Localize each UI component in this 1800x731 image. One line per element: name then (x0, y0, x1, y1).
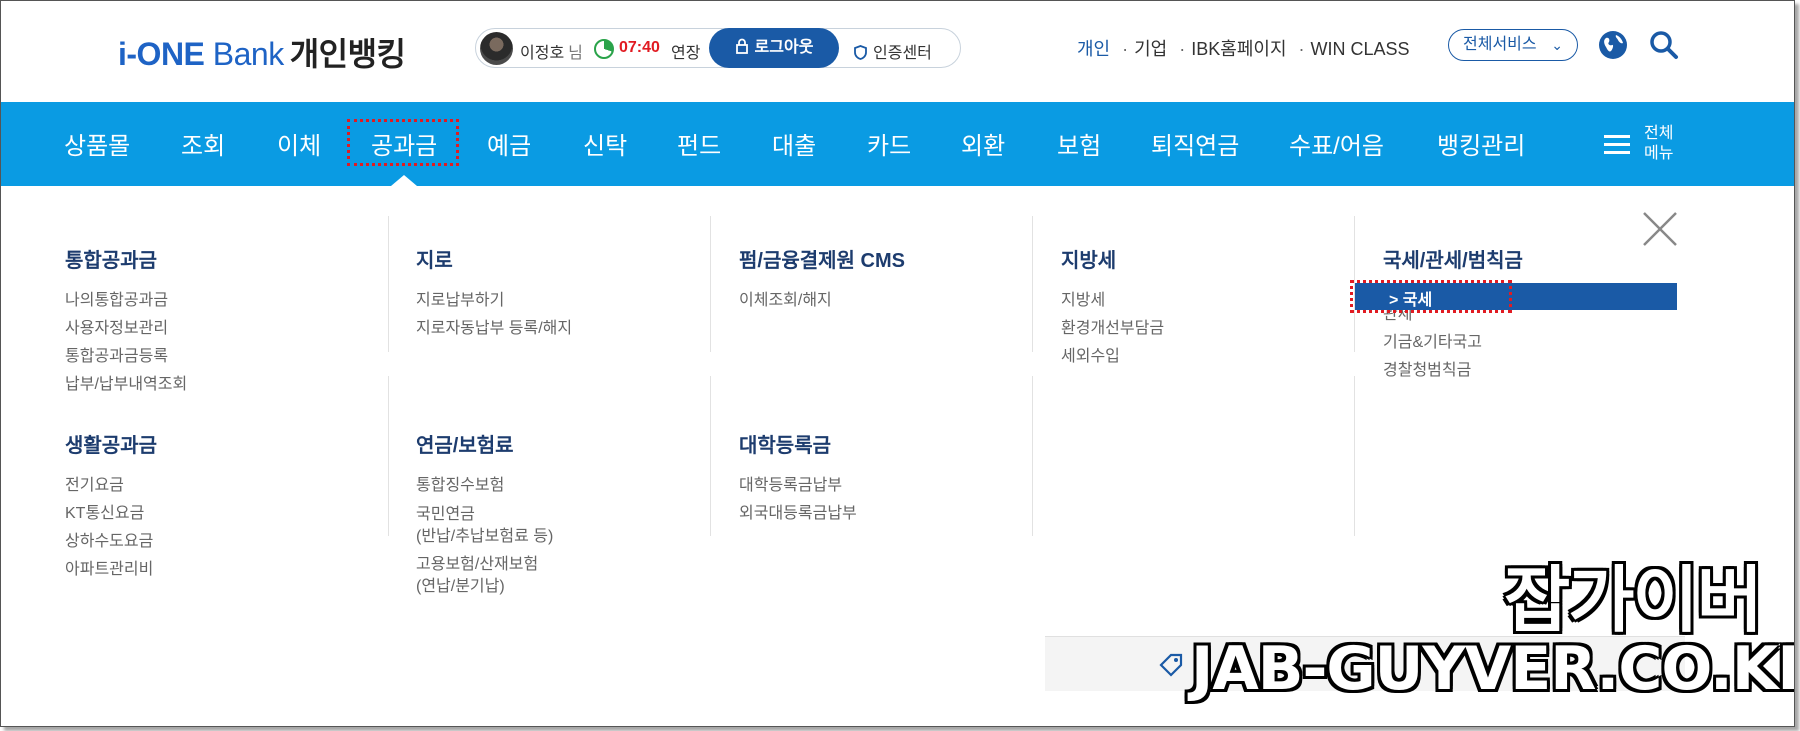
all-menu-button[interactable]: 전체메뉴 (1604, 124, 1704, 166)
menu-item[interactable]: KT통신요금 (65, 500, 157, 528)
logo-personal-banking: 개인뱅킹 (289, 36, 406, 72)
header: i-ONE Bank 개인뱅킹 이정호 님 07:40 연장 로그아웃 인증센터 개… (1, 1, 1794, 101)
nav-item-fund[interactable]: 펀드 (677, 126, 721, 161)
group-title[interactable]: 통합공과금 (65, 244, 187, 273)
menu-group-cms: 펌/금융결제원 CMS 이체조회/해지 (739, 244, 905, 315)
all-services-dropdown[interactable]: 전체서비스 ⌄ (1448, 29, 1578, 61)
menu-item[interactable]: 지방세 (1061, 287, 1164, 315)
link-personal[interactable]: 개인 (1077, 39, 1110, 59)
menu-item[interactable]: 통합공과금등록 (65, 343, 187, 371)
logout-button[interactable]: 로그아웃 (709, 28, 839, 68)
nav-item-insurance[interactable]: 보험 (1057, 126, 1101, 161)
watermark-korean: 잡가이버 (1504, 558, 1763, 642)
nav-item-pension[interactable]: 퇴직연금 (1151, 126, 1239, 161)
selected-item-highlight (1350, 280, 1512, 313)
menu-group-tuition: 대학등록금 대학등록금납부 외국대등록금납부 (739, 429, 857, 528)
menu-item[interactable]: 대학등록금납부 (739, 472, 857, 500)
menu-item[interactable]: 아파트관리비 (65, 556, 157, 584)
menu-item[interactable]: 지로자동납부 등록/해지 (416, 315, 572, 343)
logout-label: 로그아웃 (754, 39, 814, 56)
menu-item[interactable]: 납부/납부내역조회 (65, 371, 187, 399)
group-title[interactable]: 펌/금융결제원 CMS (739, 244, 905, 273)
group-title[interactable]: 국세/관세/범칙금 (1383, 244, 1523, 273)
menu-item[interactable]: 기금&기타국고 (1383, 329, 1523, 357)
cert-center-label: 인증센터 (873, 45, 932, 62)
top-links: 개인 · 기업 · IBK홈페이지 · WIN CLASS (1077, 39, 1410, 59)
menu-item[interactable]: 나의통합공과금 (65, 287, 187, 315)
watermark-url: JAB-GUYVER.CO.KR (1191, 634, 1795, 704)
cert-center-link[interactable]: 인증센터 (854, 39, 932, 63)
user-name: 이정호 님 (520, 39, 583, 63)
logo-ione: i-ONE (118, 36, 205, 72)
menu-item[interactable]: 세외수입 (1061, 343, 1164, 371)
menu-item[interactable]: 고용보험/산재보험 (416, 554, 553, 576)
session-timer: 07:40 (619, 39, 660, 56)
main-nav: 상품몰 조회 이체 공과금 예금 신탁 펀드 대출 카드 외환 보험 퇴직연금 … (1, 102, 1794, 186)
close-icon[interactable] (1642, 211, 1678, 247)
link-win-class[interactable]: WIN CLASS (1311, 39, 1410, 59)
nav-item-deposit[interactable]: 예금 (487, 126, 531, 161)
chevron-down-icon: ⌄ (1551, 37, 1563, 53)
shield-icon (854, 45, 867, 60)
menu-item[interactable]: 전기요금 (65, 472, 157, 500)
menu-item[interactable]: 상하수도요금 (65, 528, 157, 556)
nav-item-check-bill[interactable]: 수표/어음 (1289, 126, 1384, 161)
nav-item-trust[interactable]: 신탁 (583, 126, 627, 161)
menu-group-local-tax: 지방세 지방세 환경개선부담금 세외수입 (1061, 244, 1164, 371)
timer-icon (594, 39, 614, 59)
hamburger-icon (1604, 135, 1630, 155)
user-avatar (480, 32, 513, 65)
session-bar: 이정호 님 07:40 연장 로그아웃 인증센터 (475, 28, 961, 68)
nav-item-forex[interactable]: 외환 (961, 126, 1005, 161)
extend-session-button[interactable]: 연장 (671, 39, 700, 63)
nav-item-banking-mgmt[interactable]: 뱅킹관리 (1437, 126, 1525, 161)
menu-item[interactable]: 이체조회/해지 (739, 287, 905, 315)
user-name-text: 이정호 (520, 45, 565, 62)
active-nav-highlight (347, 119, 459, 166)
all-menu-label: 전체메뉴 (1644, 125, 1674, 162)
all-services-label: 전체서비스 (1463, 36, 1537, 53)
user-honorific: 님 (568, 45, 583, 62)
menu-group-national-tax: 국세/관세/범칙금 관세 기금&기타국고 경찰청범칙금 (1383, 244, 1523, 385)
menu-item[interactable]: 외국대등록금납부 (739, 500, 857, 528)
menu-item[interactable]: 사용자정보관리 (65, 315, 187, 343)
globe-icon[interactable] (1597, 29, 1629, 61)
tag-icon (1159, 653, 1183, 677)
link-business[interactable]: 기업 (1134, 39, 1167, 59)
menu-item-note: (연납/분기납) (416, 578, 505, 595)
menu-item[interactable]: 경찰청범칙금 (1383, 357, 1523, 385)
browser-frame: i-ONE Bank 개인뱅킹 이정호 님 07:40 연장 로그아웃 인증센터 개… (0, 0, 1795, 727)
menu-item-note: (반납/추납보험료 등) (416, 528, 554, 545)
menu-item[interactable]: 국민연금 (416, 504, 553, 526)
menu-group-giro: 지로 지로납부하기 지로자동납부 등록/해지 (416, 244, 572, 343)
nav-item-card[interactable]: 카드 (867, 126, 911, 161)
menu-item[interactable]: 환경개선부담금 (1061, 315, 1164, 343)
nav-item-product-mall[interactable]: 상품몰 (64, 126, 130, 161)
menu-item[interactable]: 통합징수보험 (416, 472, 553, 500)
logo-bank: Bank (204, 36, 284, 72)
group-title[interactable]: 연금/보험료 (416, 429, 553, 458)
active-nav-pointer (391, 175, 417, 186)
menu-group-integrated-bills: 통합공과금 나의통합공과금 사용자정보관리 통합공과금등록 납부/납부내역조회 (65, 244, 187, 399)
nav-item-inquiry[interactable]: 조회 (181, 126, 225, 161)
group-title[interactable]: 대학등록금 (739, 429, 857, 458)
lock-icon (735, 38, 748, 54)
menu-group-living-bills: 생활공과금 전기요금 KT통신요금 상하수도요금 아파트관리비 (65, 429, 157, 584)
bank-logo[interactable]: i-ONE Bank 개인뱅킹 (118, 29, 406, 75)
nav-item-transfer[interactable]: 이체 (277, 126, 321, 161)
link-ibk-homepage[interactable]: IBK홈페이지 (1191, 39, 1286, 59)
group-title[interactable]: 지로 (416, 244, 572, 273)
group-title[interactable]: 생활공과금 (65, 429, 157, 458)
nav-item-loan[interactable]: 대출 (772, 126, 816, 161)
group-title[interactable]: 지방세 (1061, 244, 1164, 273)
menu-group-pension-insurance: 연금/보험료 통합징수보험 국민연금 (반납/추납보험료 등) 고용보험/산재보… (416, 429, 553, 598)
menu-item[interactable]: 지로납부하기 (416, 287, 572, 315)
search-icon[interactable] (1648, 29, 1680, 61)
